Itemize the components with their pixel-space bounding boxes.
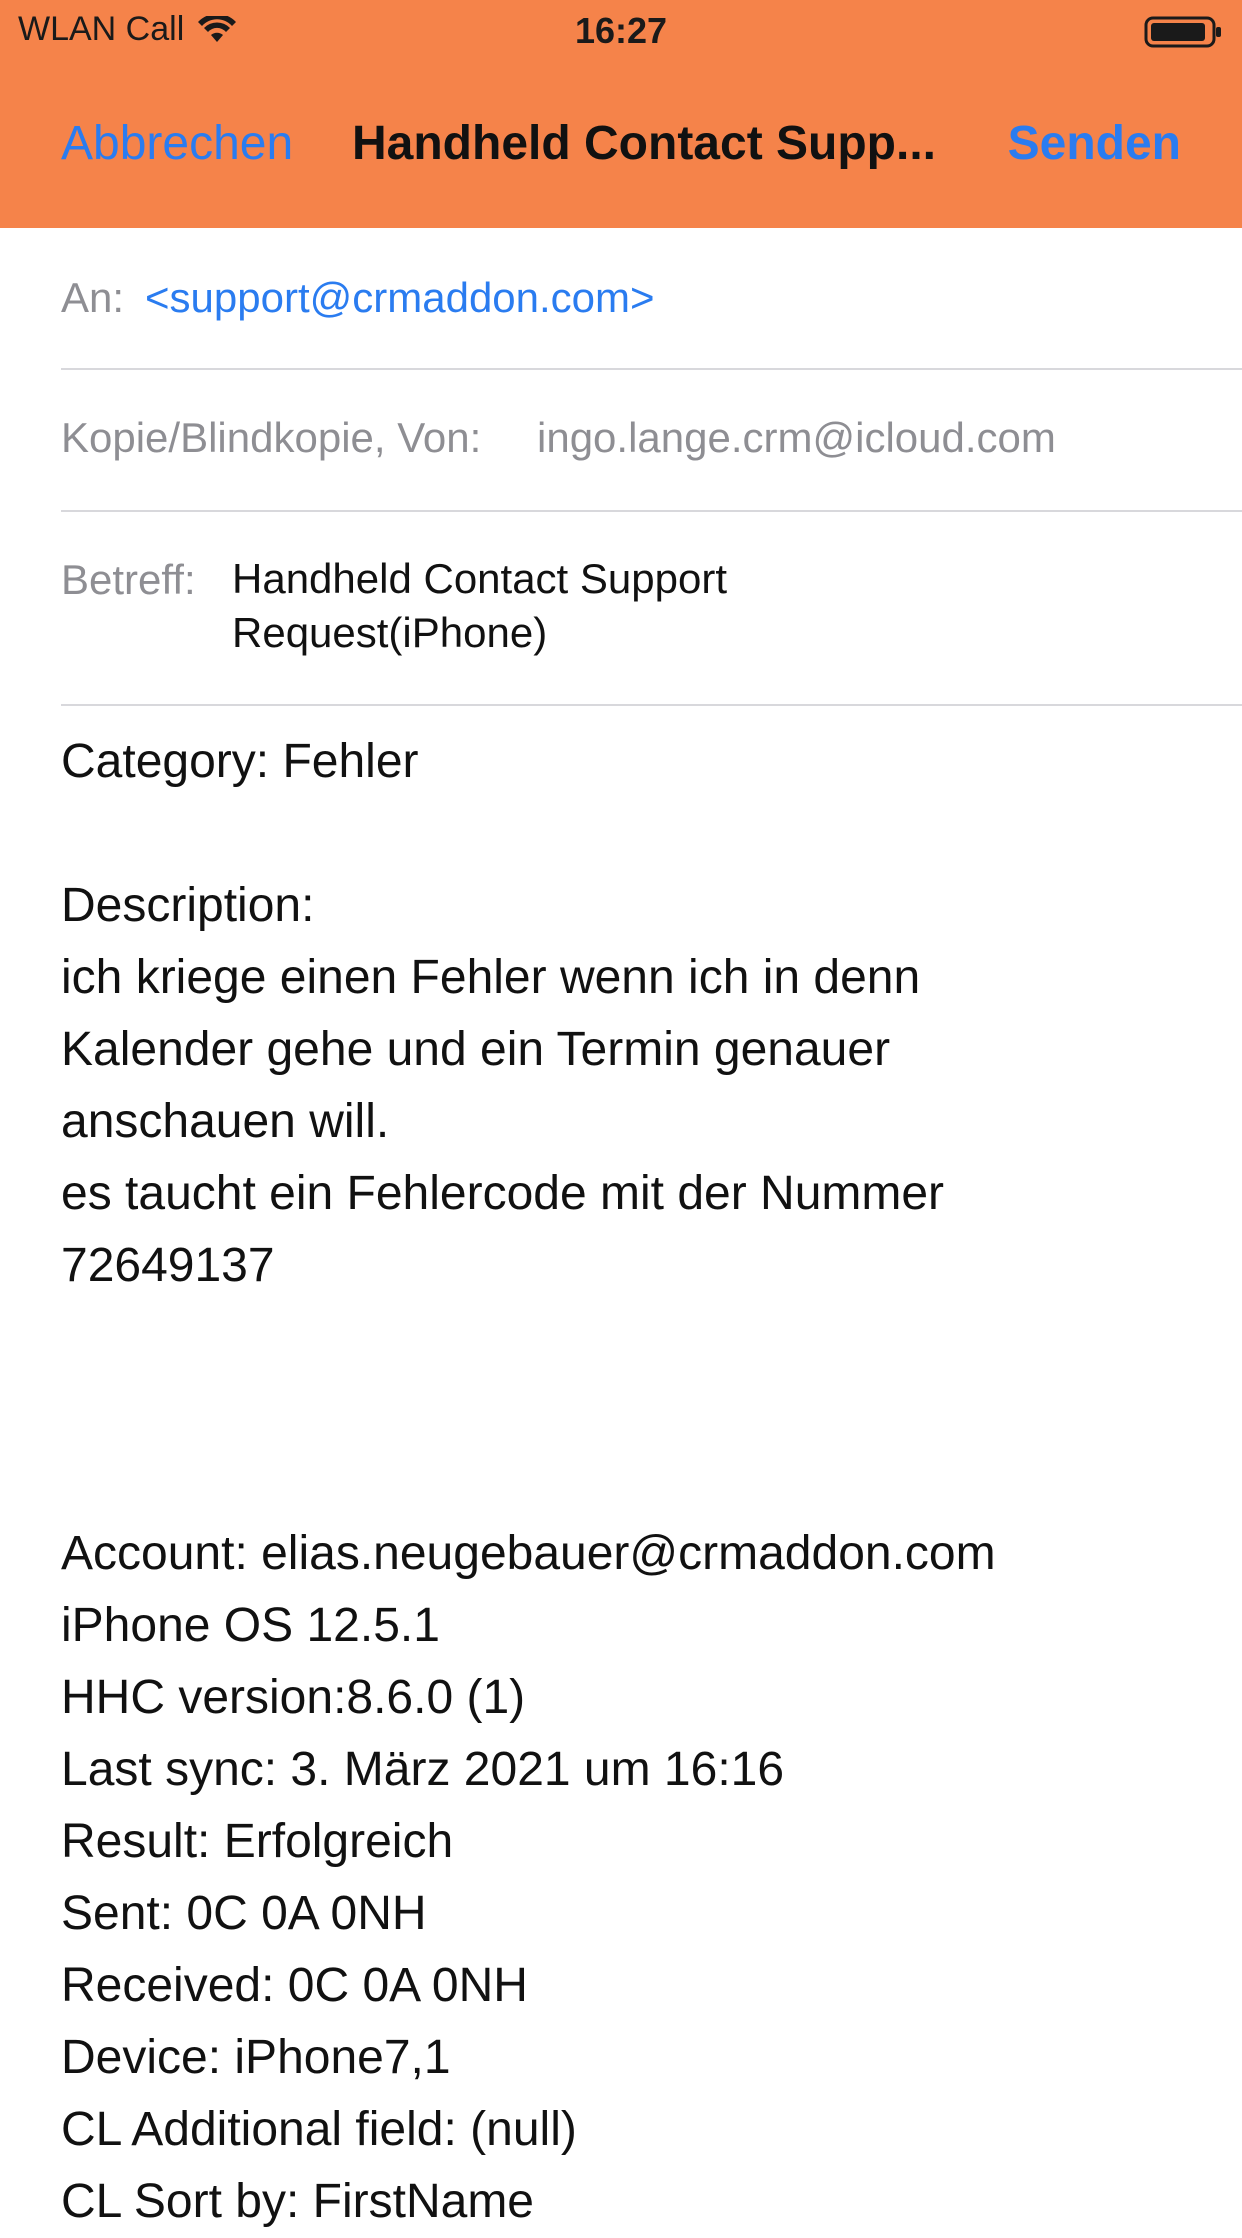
subject-label: Betreff: — [61, 556, 196, 603]
description-line: 72649137 — [61, 1239, 275, 1292]
cancel-button[interactable]: Abbrechen — [61, 116, 293, 171]
info-line: Sent: 0C 0A 0NH — [61, 1887, 427, 1940]
cc-bcc-from-label: Kopie/Blindkopie, Von: — [61, 414, 482, 461]
info-line: Device: iPhone7,1 — [61, 2031, 451, 2084]
subject-input[interactable]: Handheld Contact Support Request(iPhone) — [232, 552, 952, 660]
subject-line: Handheld Contact Support — [232, 555, 727, 602]
description-line: es taucht ein Fehlercode mit der Nummer — [61, 1167, 945, 1220]
to-field[interactable]: An: <support@crmaddon.com> — [61, 228, 1242, 370]
info-line: HHC version:8.6.0 (1) — [61, 1671, 526, 1724]
info-line: Account: elias.neugebauer@crmaddon.com — [61, 1527, 996, 1580]
info-line: CL Sort by: FirstName — [61, 2175, 534, 2228]
description-line: ich kriege einen Fehler wenn ich in denn — [61, 951, 921, 1004]
info-line: Received: 0C 0A 0NH — [61, 1959, 528, 2012]
nav-title: Handheld Contact Supp... — [352, 117, 936, 170]
message-body[interactable]: Category: Fehler Description: ich kriege… — [61, 726, 1211, 2238]
info-line: iPhone OS 12.5.1 — [61, 1599, 440, 1652]
subject-field[interactable]: Betreff: Handheld Contact Support Reques… — [61, 512, 1242, 706]
send-button[interactable]: Senden — [1008, 116, 1181, 171]
status-time: 16:27 — [574, 10, 668, 51]
to-label: An: — [61, 274, 125, 321]
subject-line: Request(iPhone) — [232, 609, 548, 656]
status-bar: WLAN Call 16:27 — [0, 0, 1242, 60]
from-address[interactable]: ingo.lange.crm@icloud.com — [537, 414, 1056, 462]
header: WLAN Call 16:27 Abbrechen Handheld Conta… — [0, 0, 1242, 228]
category-line: Category: Fehler — [61, 735, 419, 788]
description-line: anschauen will. — [61, 1095, 390, 1148]
info-line: CL Additional field: (null) — [61, 2103, 577, 2156]
info-line: Result: Erfolgreich — [61, 1815, 454, 1868]
to-recipient[interactable]: <support@crmaddon.com> — [145, 274, 655, 322]
cc-bcc-from-field[interactable]: Kopie/Blindkopie, Von: ingo.lange.crm@ic… — [61, 370, 1242, 512]
battery-icon — [1144, 14, 1224, 50]
nav-bar: Abbrechen Handheld Contact Supp... Sende… — [0, 100, 1242, 190]
description-line: Kalender gehe und ein Termin genauer — [61, 1023, 891, 1076]
description-label: Description: — [61, 879, 315, 932]
info-line: Last sync: 3. März 2021 um 16:16 — [61, 1743, 785, 1796]
